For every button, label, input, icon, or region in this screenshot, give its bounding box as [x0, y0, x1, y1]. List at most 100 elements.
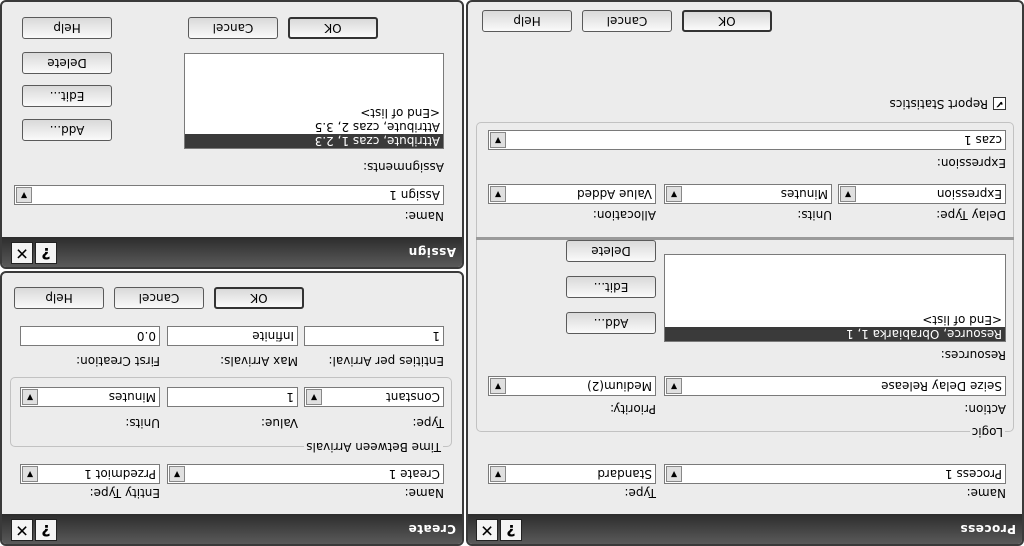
value-input[interactable]: 1	[167, 387, 298, 407]
chevron-down-icon[interactable]: ▼	[666, 186, 682, 202]
first-creation-input[interactable]: 0.0	[20, 326, 160, 346]
close-icon[interactable]: ✕	[11, 519, 33, 541]
delete-button[interactable]: Delete	[566, 240, 656, 262]
entity-type-value: Przedmiot 1	[84, 467, 156, 481]
expression-value: czas 1	[964, 133, 1002, 147]
chevron-down-icon[interactable]: ▼	[490, 132, 506, 148]
type-combo[interactable]: Constant ▼	[304, 387, 444, 407]
time-between-arrivals-title: Time Between Arrivals	[304, 440, 443, 454]
assign-name-combo[interactable]: Assign 1 ▼	[14, 185, 444, 205]
help-button[interactable]: Help	[482, 10, 572, 32]
help-icon[interactable]: ?	[500, 519, 522, 541]
delay-type-value: Expression	[936, 187, 1002, 201]
chevron-down-icon[interactable]: ▼	[666, 466, 682, 482]
create-titlebar[interactable]: Create ? ✕	[2, 514, 462, 544]
allocation-value: Value Added	[577, 187, 652, 201]
max-arrivals-input[interactable]: Infinite	[167, 326, 298, 346]
resources-list[interactable]: Resource, Obrabiarka 1, 1 <End of list>	[664, 254, 1006, 342]
chevron-down-icon[interactable]: ▼	[306, 389, 322, 405]
list-item[interactable]: Resource, Obrabiarka 1, 1	[665, 327, 1005, 341]
process-type-combo[interactable]: Standard ▼	[488, 464, 656, 484]
list-item-end[interactable]: <End of list>	[185, 106, 443, 120]
help-icon[interactable]: ?	[35, 242, 57, 264]
action-label: Action:	[964, 402, 1006, 416]
entity-type-combo[interactable]: Przedmiot 1 ▼	[20, 464, 160, 484]
delay-type-combo[interactable]: Expression ▼	[838, 184, 1006, 204]
ok-button[interactable]: OK	[682, 10, 772, 32]
priority-combo[interactable]: Medium(2) ▼	[488, 376, 656, 396]
process-title: Process	[960, 522, 1016, 536]
ok-button[interactable]: OK	[214, 287, 304, 309]
expression-combo[interactable]: czas 1 ▼	[488, 130, 1006, 150]
close-icon[interactable]: ✕	[11, 242, 33, 264]
chevron-down-icon[interactable]: ▼	[840, 186, 856, 202]
chevron-down-icon[interactable]: ▼	[22, 389, 38, 405]
process-type-value: Standard	[597, 467, 652, 481]
priority-label: Priority:	[610, 402, 656, 416]
delete-button[interactable]: Delete	[22, 52, 112, 74]
type-label: Type:	[624, 486, 656, 500]
entities-per-arrival-label: Entities per Arrival:	[328, 354, 445, 368]
report-statistics-label: Report Statistics	[889, 97, 988, 111]
report-statistics-checkbox[interactable]: ✔	[993, 97, 1006, 110]
logic-title: Logic	[969, 425, 1005, 439]
chevron-down-icon[interactable]: ▼	[666, 378, 682, 394]
help-button[interactable]: Help	[22, 17, 112, 39]
action-value: Seize Delay Release	[881, 379, 1002, 393]
units-combo[interactable]: Minutes ▼	[664, 184, 832, 204]
help-button[interactable]: Help	[14, 287, 104, 309]
process-name-value: Process 1	[945, 467, 1002, 481]
entities-per-arrival-input[interactable]: 1	[304, 326, 444, 346]
name-label: Name:	[404, 209, 444, 223]
units-combo[interactable]: Minutes ▼	[20, 387, 160, 407]
cancel-button[interactable]: Cancel	[582, 10, 672, 32]
name-label: Name:	[966, 486, 1006, 500]
assign-titlebar[interactable]: Assign ? ✕	[2, 237, 462, 267]
separator	[476, 237, 1014, 240]
type-value: Constant	[386, 390, 440, 404]
assign-name-value: Assign 1	[389, 188, 440, 202]
close-icon[interactable]: ✕	[476, 519, 498, 541]
list-item[interactable]: Attribute, czas 2, 3.5	[185, 120, 443, 134]
entity-type-label: Entity Type:	[89, 486, 160, 500]
type-label: Type:	[412, 416, 444, 430]
name-value: Create 1	[388, 467, 440, 481]
ok-button[interactable]: OK	[288, 17, 378, 39]
assignments-list[interactable]: Attribute, czas 1, 2.3 Attribute, czas 2…	[184, 53, 444, 149]
chevron-down-icon[interactable]: ▼	[169, 466, 185, 482]
chevron-down-icon[interactable]: ▼	[22, 466, 38, 482]
process-titlebar[interactable]: Process ? ✕	[468, 514, 1022, 544]
assign-dialog: Assign ? ✕ Name: Assign 1 ▼ Assignments:…	[0, 0, 464, 269]
process-dialog: Process ? ✕ Name: Type: Process 1 ▼ Stan…	[466, 0, 1024, 546]
process-name-combo[interactable]: Process 1 ▼	[664, 464, 1006, 484]
allocation-label: Allocation:	[592, 208, 656, 222]
name-combo[interactable]: Create 1 ▼	[167, 464, 444, 484]
allocation-combo[interactable]: Value Added ▼	[488, 184, 656, 204]
resources-label: Resources:	[940, 348, 1006, 362]
chevron-down-icon[interactable]: ▼	[16, 187, 32, 203]
help-icon[interactable]: ?	[35, 519, 57, 541]
priority-value: Medium(2)	[587, 379, 652, 393]
cancel-button[interactable]: Cancel	[188, 17, 278, 39]
list-item-end[interactable]: <End of list>	[665, 313, 1005, 327]
delay-type-label: Delay Type:	[936, 208, 1006, 222]
add-button[interactable]: Add...	[566, 312, 656, 334]
action-combo[interactable]: Seize Delay Release ▼	[664, 376, 1006, 396]
units-value: Minutes	[780, 187, 828, 201]
chevron-down-icon[interactable]: ▼	[490, 186, 506, 202]
expression-label: Expression:	[936, 156, 1006, 170]
cancel-button[interactable]: Cancel	[114, 287, 204, 309]
value-label: Value:	[261, 416, 298, 430]
list-item[interactable]: Attribute, czas 1, 2.3	[185, 134, 443, 148]
assign-title: Assign	[408, 245, 456, 259]
create-title: Create	[408, 522, 456, 536]
chevron-down-icon[interactable]: ▼	[490, 466, 506, 482]
edit-button[interactable]: Edit...	[22, 85, 112, 107]
assignments-label: Assignments:	[363, 160, 444, 174]
edit-button[interactable]: Edit...	[566, 276, 656, 298]
first-creation-label: First Creation:	[76, 354, 160, 368]
create-dialog: Create ? ✕ Name: Entity Type: Create 1 ▼…	[0, 271, 464, 546]
add-button[interactable]: Add...	[22, 119, 112, 141]
chevron-down-icon[interactable]: ▼	[490, 378, 506, 394]
units-label: Units:	[125, 416, 160, 430]
